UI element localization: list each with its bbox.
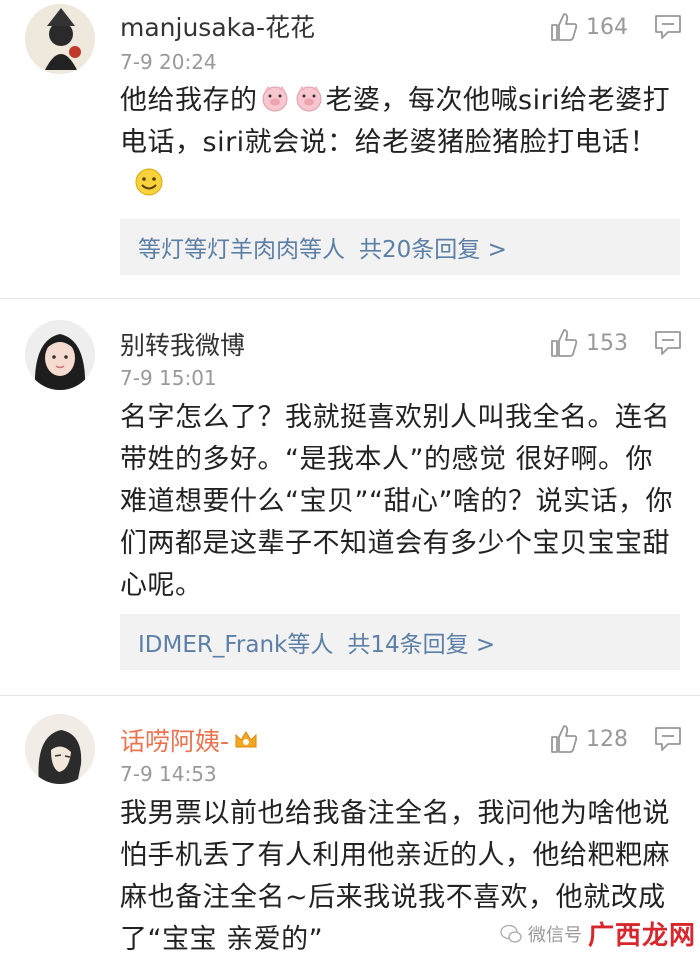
pig-face-icon: [296, 86, 321, 112]
avatar[interactable]: [25, 4, 95, 74]
timestamp: 7-9 14:53: [120, 762, 217, 786]
avatar[interactable]: [25, 714, 95, 784]
divider: [0, 298, 700, 299]
pig-face-icon: [262, 86, 287, 112]
divider: [0, 695, 700, 696]
reply-icon[interactable]: [654, 330, 682, 356]
like-button[interactable]: 128: [548, 722, 628, 756]
wechat-icon: [500, 924, 522, 943]
smile-icon: [135, 168, 163, 196]
like-count: 128: [586, 726, 628, 752]
comment-text: 名字怎么了？我就挺喜欢别人叫我全名。连名带姓的多好。“是我本人”的感觉 很好啊。…: [120, 402, 673, 601]
username[interactable]: 别转我微博: [120, 326, 245, 362]
reply-icon[interactable]: [654, 14, 682, 40]
watermark: 微信号 广西龙网: [500, 915, 696, 952]
like-button[interactable]: 164: [548, 10, 628, 44]
replies-link[interactable]: 等灯等灯羊肉肉等人 共20条回复 >: [120, 219, 680, 275]
thumbs-up-icon: [551, 329, 578, 357]
timestamp: 7-9 20:24: [120, 50, 217, 74]
vip-crown-icon: [235, 731, 257, 748]
username[interactable]: manjusaka-花花: [120, 8, 315, 44]
like-count: 164: [586, 14, 628, 40]
replies-link[interactable]: IDMER_Frank等人 共14条回复 >: [120, 614, 680, 670]
watermark-text: 微信号: [528, 924, 582, 946]
comment-text: 他给我存的 老婆，每次他喊siri给老婆打电话，siri就会说：给老婆猪脸猪脸打电…: [120, 80, 680, 206]
watermark-brand: 广西龙网: [588, 921, 697, 951]
thumbs-up-icon: [551, 725, 578, 753]
timestamp: 7-9 15:01: [120, 366, 217, 390]
thumbs-up-icon: [551, 13, 578, 41]
like-count: 153: [586, 330, 628, 356]
username[interactable]: 话唠阿姨-: [120, 722, 259, 758]
reply-icon[interactable]: [654, 726, 682, 752]
like-button[interactable]: 153: [548, 326, 628, 360]
avatar[interactable]: [25, 320, 95, 390]
